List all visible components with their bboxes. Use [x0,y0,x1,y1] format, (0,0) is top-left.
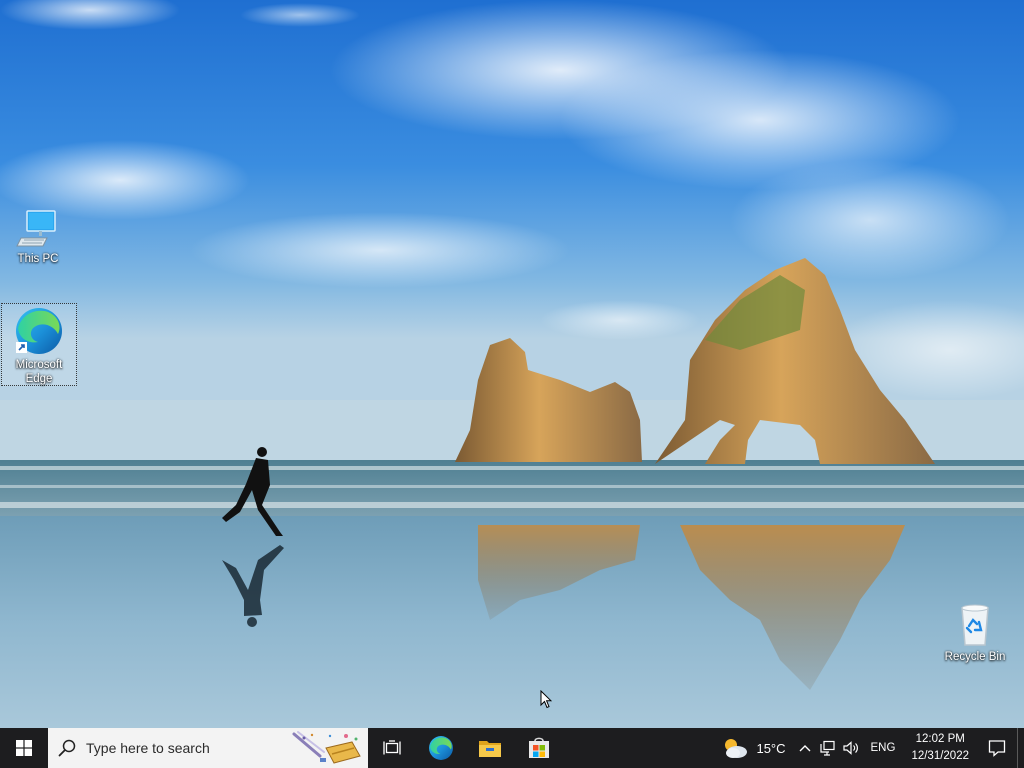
show-hidden-icons-button[interactable] [794,728,817,768]
taskbar-edge-button[interactable] [416,728,465,768]
mouse-cursor-icon [540,690,552,709]
taskbar-search-box[interactable]: Type here to search [48,728,368,768]
microsoft-edge-desktop-icon[interactable]: Microsoft Edge [1,303,77,386]
clock-button[interactable]: 12:02 PM 12/31/2022 [903,728,977,768]
weather-temperature: 15°C [756,740,786,756]
clock-time: 12:02 PM [915,733,965,745]
microsoft-store-icon [528,737,549,758]
computer-icon [16,210,56,247]
windows-logo-icon [16,740,32,756]
notification-icon [988,740,1006,757]
taskbar-microsoft-store-button[interactable] [514,728,563,768]
action-center-button[interactable] [977,728,1017,768]
show-desktop-button[interactable] [1017,728,1024,768]
task-view-icon [383,740,401,755]
edge-icon [16,308,62,354]
system-tray: 15°C ENG 12:02 PM 12/31/2022 [714,728,1024,768]
recycle-bin-icon [961,604,989,646]
search-highlight-illustration-icon[interactable] [290,730,364,766]
edge-label: Microsoft Edge [15,359,63,385]
clock-date: 12/31/2022 [911,750,969,762]
task-view-button[interactable] [368,728,416,768]
volume-button[interactable] [840,728,863,768]
taskbar-file-explorer-button[interactable] [465,728,514,768]
this-pc-label: This PC [17,253,59,265]
partly-cloudy-icon [725,739,748,758]
start-button[interactable] [0,728,48,768]
search-placeholder: Type here to search [86,740,210,756]
recycle-bin-desktop-icon[interactable]: Recycle Bin [937,602,1013,668]
network-button[interactable] [817,728,840,768]
search-icon [58,739,76,757]
network-icon [820,740,835,756]
input-language-indicator[interactable]: ENG [863,742,904,754]
wallpaper [0,0,1024,728]
edge-icon [428,736,453,760]
this-pc-desktop-icon[interactable]: This PC [0,208,76,268]
recycle-bin-label: Recycle Bin [944,651,1006,663]
weather-widget[interactable]: 15°C [714,728,793,768]
taskbar: Type here to search 15°C ENG 12:02 PM 12… [0,728,1024,768]
speaker-icon [843,741,858,755]
file-explorer-icon [478,741,501,757]
chevron-up-icon [799,745,811,752]
desktop[interactable]: This PC Microsoft Edge Recycle Bin [0,0,1024,728]
